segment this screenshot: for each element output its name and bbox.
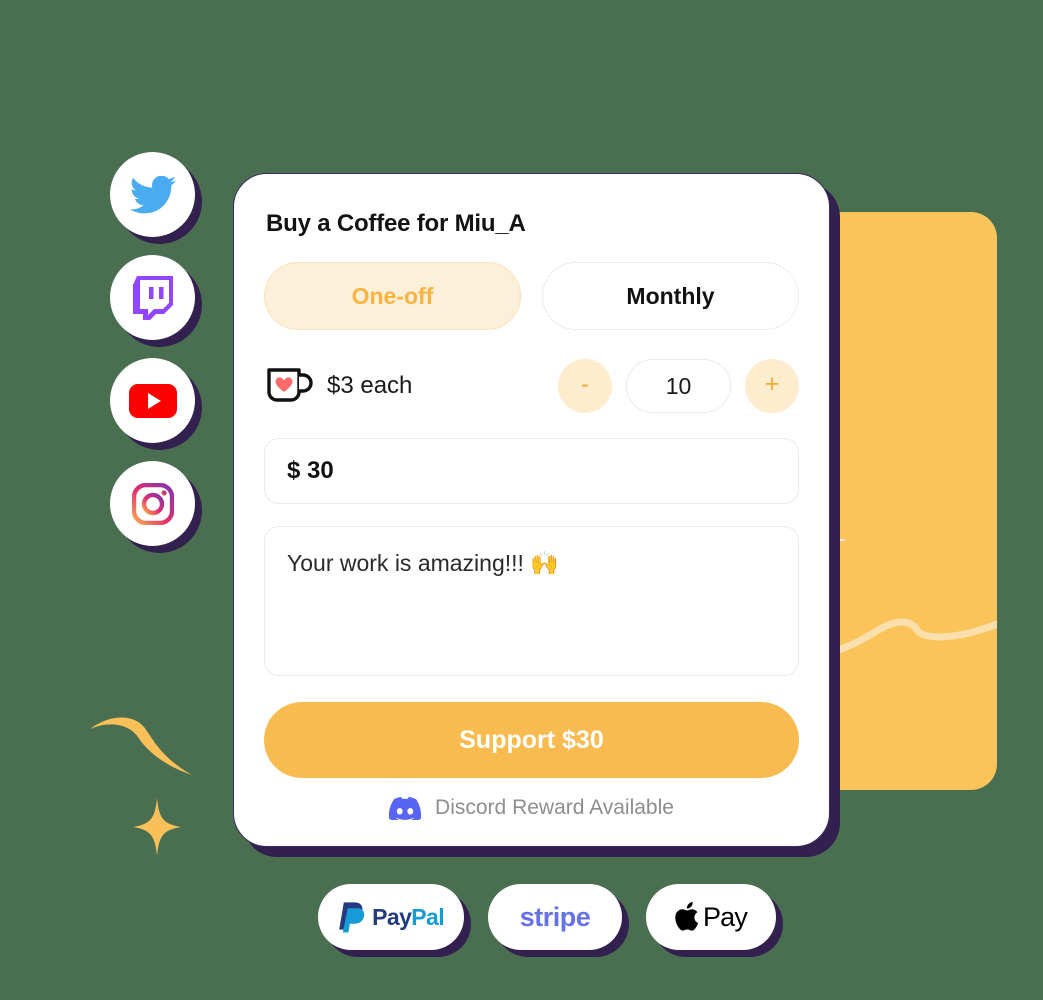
plan-option-monthly[interactable]: Monthly	[542, 262, 799, 330]
twitch-icon	[132, 275, 173, 320]
payment-applepay-wrap: Pay	[646, 884, 783, 957]
quantity-row: $3 each - 10 +	[264, 358, 799, 414]
paypal-label-part2: Pal	[411, 903, 444, 930]
apple-logo-icon	[675, 902, 699, 931]
social-link-instagram[interactable]	[110, 461, 195, 546]
support-card: Buy a Coffee for Miu_A One-off Monthly $…	[233, 173, 830, 847]
star-decoration-icon	[133, 798, 181, 856]
quantity-decrement-button[interactable]: -	[558, 359, 612, 413]
social-link-youtube[interactable]	[110, 358, 195, 443]
quantity-increment-button[interactable]: +	[745, 359, 799, 413]
payment-stripe-wrap: stripe	[488, 884, 629, 957]
social-link-youtube-wrap	[110, 358, 202, 450]
twitter-icon	[129, 175, 176, 213]
plan-toggle-group: One-off Monthly	[264, 262, 799, 330]
instagram-icon	[131, 482, 174, 525]
quantity-value[interactable]: 10	[626, 359, 731, 413]
social-link-instagram-wrap	[110, 461, 202, 553]
social-link-twitch-wrap	[110, 255, 202, 347]
support-button[interactable]: Support $30	[264, 702, 799, 778]
page-stage: Buy a Coffee for Miu_A One-off Monthly $…	[0, 0, 1043, 1000]
swoosh-decoration-icon	[90, 717, 192, 775]
payment-method-applepay[interactable]: Pay	[646, 884, 776, 950]
social-link-twitter[interactable]	[110, 152, 195, 237]
payment-method-stripe[interactable]: stripe	[488, 884, 622, 950]
youtube-icon	[128, 383, 177, 418]
amount-input[interactable]: $ 30	[264, 438, 799, 504]
discord-reward-row: Discord Reward Available	[264, 796, 799, 820]
discord-reward-label: Discord Reward Available	[435, 796, 674, 819]
page-title: Buy a Coffee for Miu_A	[266, 210, 526, 237]
stripe-label: stripe	[519, 901, 591, 932]
payment-methods: PayPal stripe Pay	[318, 884, 783, 957]
coffee-cup-heart-icon	[267, 368, 313, 402]
applepay-label: Pay	[702, 901, 748, 932]
plan-option-one-off[interactable]: One-off	[264, 262, 521, 330]
paypal-logo-icon	[339, 902, 365, 933]
quantity-stepper: - 10 +	[558, 359, 799, 413]
payment-paypal-wrap: PayPal	[318, 884, 471, 957]
unit-price-label: $3 each	[327, 372, 413, 399]
discord-icon	[389, 796, 422, 820]
message-input[interactable]: Your work is amazing!!! 🙌	[264, 526, 799, 676]
paypal-label-part1: Pay	[372, 903, 412, 930]
social-link-twitch[interactable]	[110, 255, 195, 340]
social-links	[110, 152, 202, 564]
payment-method-paypal[interactable]: PayPal	[318, 884, 464, 950]
social-link-twitter-wrap	[110, 152, 202, 244]
